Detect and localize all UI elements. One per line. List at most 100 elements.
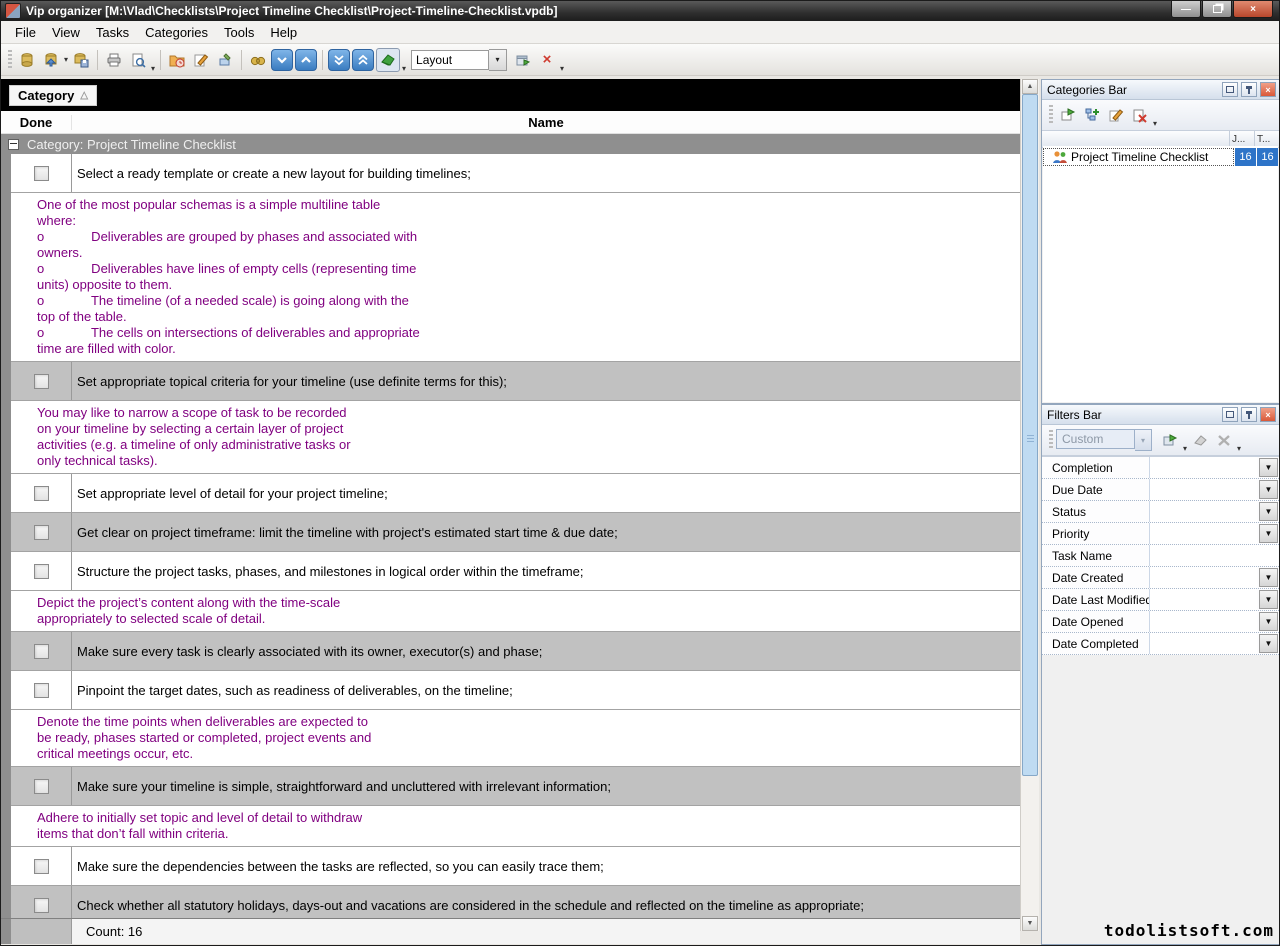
find-button[interactable] (247, 49, 269, 71)
delete-category-caret[interactable]: ▾ (1153, 119, 1157, 128)
minimize-button[interactable]: — (1171, 1, 1201, 18)
task-checkbox[interactable] (34, 166, 49, 181)
filter-value[interactable] (1149, 479, 1257, 500)
scroll-down-button[interactable]: ▼ (1022, 916, 1038, 931)
group-by-category-button[interactable]: Category △ (9, 85, 97, 106)
move-up-button[interactable] (295, 49, 317, 71)
filter-dropdown-button[interactable]: ▼ (1259, 458, 1278, 477)
menu-tools[interactable]: Tools (216, 23, 262, 42)
task-checkbox[interactable] (34, 564, 49, 579)
edit-task-button[interactable] (190, 49, 212, 71)
delete-category-button[interactable] (1129, 104, 1151, 126)
menu-categories[interactable]: Categories (137, 23, 216, 42)
scroll-up-button[interactable]: ▲ (1022, 79, 1038, 94)
categories-count-column-2[interactable]: T... (1254, 131, 1279, 147)
add-subcategory-button[interactable] (1081, 104, 1103, 126)
task-checkbox[interactable] (34, 898, 49, 913)
filter-value[interactable] (1149, 633, 1257, 654)
category-item[interactable]: Project Timeline Checklist 16 16 (1043, 148, 1278, 166)
save-filter-button[interactable] (1159, 429, 1181, 451)
apply-layout-button[interactable] (512, 49, 534, 71)
save-database-button[interactable] (70, 49, 92, 71)
task-row[interactable]: Select a ready template or create a new … (11, 154, 1020, 193)
close-button[interactable]: × (1233, 1, 1273, 18)
new-database-button[interactable] (16, 49, 38, 71)
panel-restore-button[interactable] (1222, 407, 1238, 422)
move-to-top-button[interactable] (352, 49, 374, 71)
task-row[interactable]: Get clear on project timeframe: limit th… (11, 513, 1020, 552)
layout-combobox-dropdown[interactable]: ▾ (489, 49, 507, 71)
category-item-selected[interactable]: Project Timeline Checklist (1043, 148, 1234, 166)
filter-dropdown-button[interactable]: ▼ (1259, 502, 1278, 521)
filter-dropdown-button[interactable]: ▼ (1259, 480, 1278, 499)
open-database-button[interactable] (40, 49, 62, 71)
menu-help[interactable]: Help (262, 23, 305, 42)
task-row[interactable]: Pinpoint the target dates, such as readi… (11, 671, 1020, 710)
category-group-row[interactable]: Category: Project Timeline Checklist (1, 134, 1020, 154)
move-to-bottom-button[interactable] (328, 49, 350, 71)
panel-pin-button[interactable] (1241, 407, 1257, 422)
save-filter-caret[interactable]: ▾ (1183, 444, 1187, 453)
task-row[interactable]: Make sure the dependencies between the t… (11, 847, 1020, 886)
filter-dropdown-button[interactable]: ▼ (1259, 568, 1278, 587)
layout-view-caret[interactable]: ▾ (402, 64, 406, 73)
menu-view[interactable]: View (44, 23, 88, 42)
task-checkbox[interactable] (34, 374, 49, 389)
open-database-caret[interactable]: ▾ (64, 55, 68, 64)
panel-pin-button[interactable] (1241, 82, 1257, 97)
clear-filter-button[interactable] (1189, 429, 1211, 451)
menu-tasks[interactable]: Tasks (88, 23, 137, 42)
filters-options-caret[interactable]: ▾ (1237, 444, 1241, 453)
column-header-done[interactable]: Done (1, 115, 72, 130)
task-row[interactable]: Set appropriate level of detail for your… (11, 474, 1020, 513)
filter-value[interactable] (1149, 523, 1257, 544)
task-row[interactable]: Set appropriate topical criteria for you… (11, 362, 1020, 401)
filter-value[interactable] (1149, 589, 1257, 610)
move-down-button[interactable] (271, 49, 293, 71)
task-checkbox[interactable] (34, 525, 49, 540)
layout-combobox-value[interactable]: Layout (411, 50, 489, 70)
panel-close-button[interactable]: × (1260, 82, 1276, 97)
filter-value[interactable] (1149, 611, 1257, 632)
layout-view-toggle[interactable] (376, 48, 400, 72)
task-row[interactable]: Check whether all statutory holidays, da… (11, 886, 1020, 918)
task-row[interactable]: Make sure every task is clearly associat… (11, 632, 1020, 671)
task-row[interactable]: Make sure your timeline is simple, strai… (11, 767, 1020, 806)
list-scrollbar[interactable]: ▲ ▼ (1020, 79, 1039, 931)
task-checkbox[interactable] (34, 486, 49, 501)
menu-file[interactable]: File (7, 23, 44, 42)
filter-value[interactable] (1149, 545, 1279, 566)
filter-dropdown-button[interactable]: ▼ (1259, 634, 1278, 653)
filter-value[interactable] (1149, 457, 1257, 478)
filter-dropdown-button[interactable]: ▼ (1259, 590, 1278, 609)
print-button[interactable] (103, 49, 125, 71)
panel-close-button[interactable]: × (1260, 407, 1276, 422)
task-checkbox[interactable] (34, 859, 49, 874)
add-category-button[interactable] (1057, 104, 1079, 126)
collapse-group-icon[interactable] (8, 139, 19, 150)
print-preview-button[interactable] (127, 49, 149, 71)
add-task-button[interactable] (166, 49, 188, 71)
delete-layout-button[interactable]: × (536, 49, 558, 71)
categories-count-column-1[interactable]: J... (1229, 131, 1254, 147)
scrollbar-thumb[interactable] (1022, 94, 1038, 776)
filter-dropdown-button[interactable]: ▼ (1259, 612, 1278, 631)
print-options-caret[interactable]: ▾ (151, 64, 155, 73)
filter-dropdown-button[interactable]: ▼ (1259, 524, 1278, 543)
delete-task-button[interactable] (214, 49, 236, 71)
task-checkbox[interactable] (34, 644, 49, 659)
filter-preset-value[interactable]: Custom (1056, 429, 1135, 449)
filter-value[interactable] (1149, 567, 1257, 588)
column-header-name[interactable]: Name (72, 115, 1020, 130)
restore-button[interactable] (1202, 1, 1232, 18)
task-checkbox[interactable] (34, 779, 49, 794)
filter-value[interactable] (1149, 501, 1257, 522)
task-checkbox[interactable] (34, 683, 49, 698)
filter-preset-dropdown[interactable]: ▾ (1135, 429, 1152, 451)
toolbar-options-caret[interactable]: ▾ (560, 64, 564, 73)
task-row[interactable]: Structure the project tasks, phases, and… (11, 552, 1020, 591)
delete-filter-button[interactable] (1213, 429, 1235, 451)
edit-category-button[interactable] (1105, 104, 1127, 126)
filter-preset-combobox[interactable]: Custom ▾ (1056, 429, 1152, 451)
panel-restore-button[interactable] (1222, 82, 1238, 97)
